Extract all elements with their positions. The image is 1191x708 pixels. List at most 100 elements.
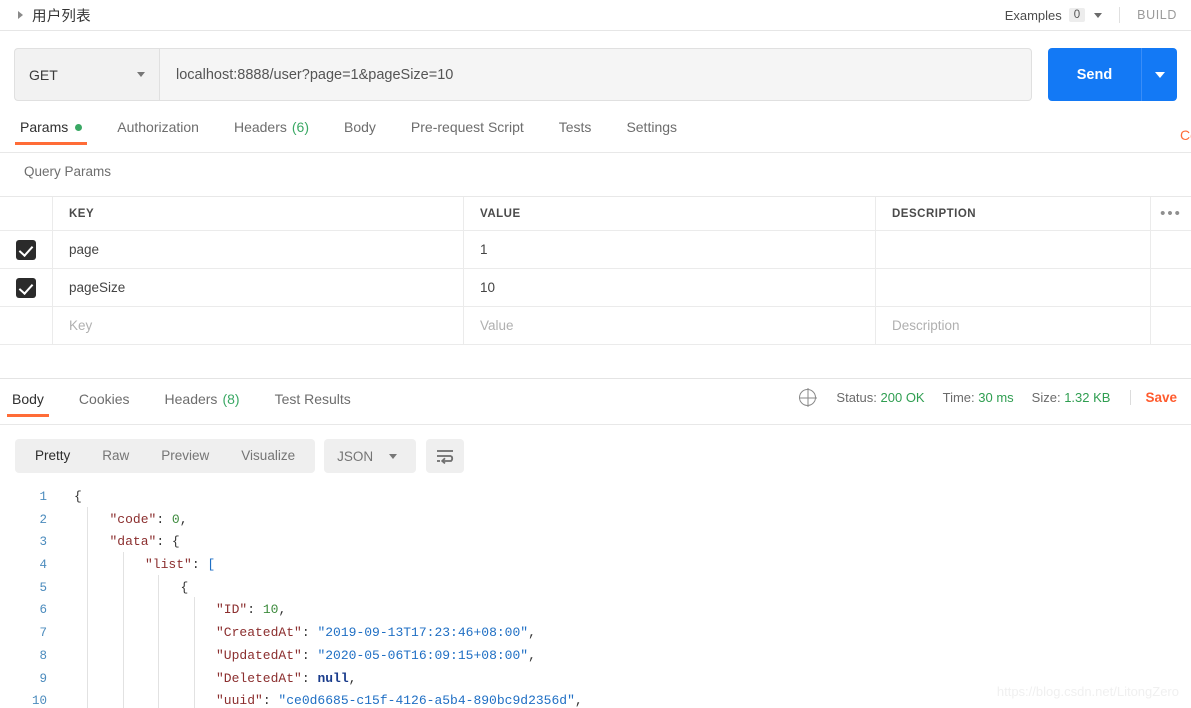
tab-params[interactable]: Params	[14, 119, 88, 145]
query-params-table: KEY VALUE DESCRIPTION ••• page 1 pageSiz…	[0, 196, 1191, 345]
tab-response-body[interactable]: Body	[7, 391, 49, 417]
indent-guide	[193, 688, 195, 708]
indent-guide	[87, 574, 88, 599]
tab-headers[interactable]: Headers (6)	[234, 119, 309, 145]
indent-guide	[87, 665, 88, 690]
status-badge: Status: 200 OK	[836, 390, 924, 405]
indent-guide	[158, 642, 159, 667]
tab-test-results[interactable]: Test Results	[275, 391, 351, 417]
method-value: GET	[29, 66, 58, 83]
request-title-group[interactable]: 用户列表	[0, 5, 91, 26]
response-meta: Status: 200 OK Time: 30 ms Size: 1.32 KB…	[799, 389, 1191, 406]
row-checkbox-cell[interactable]	[0, 269, 53, 306]
code-token: {	[180, 579, 189, 595]
row-actions	[1151, 307, 1191, 344]
new-key-input[interactable]: Key	[53, 307, 464, 344]
row-description-cell[interactable]	[876, 231, 1151, 268]
chevron-down-icon[interactable]	[1094, 12, 1103, 18]
view-raw-button[interactable]: Raw	[86, 439, 145, 473]
word-wrap-button[interactable]	[426, 439, 465, 473]
method-select[interactable]: GET	[14, 48, 159, 101]
code-token: :	[156, 511, 172, 527]
tab-tests[interactable]: Tests	[559, 119, 592, 145]
line-number: 9	[39, 671, 47, 686]
indent-guide	[87, 506, 88, 531]
triangle-right-icon[interactable]	[18, 11, 23, 19]
code-token: :	[262, 693, 279, 708]
row-value-value: 1	[480, 242, 488, 257]
request-name-bar: 用户列表 Examples 0 BUILD	[0, 0, 1191, 31]
build-button[interactable]: BUILD	[1137, 8, 1177, 22]
tab-settings-label: Settings	[626, 119, 678, 135]
row-checkbox-cell[interactable]	[0, 307, 53, 344]
code-text: "UpdatedAt": "2020-05-06T16:09:15+08:00"…	[56, 642, 536, 668]
row-checkbox-cell[interactable]	[0, 231, 53, 268]
row-value-cell[interactable]: 10	[464, 269, 876, 306]
response-divider	[0, 378, 1191, 379]
indent-guide	[158, 574, 159, 599]
body-view-toolbar: Pretty Raw Preview Visualize JSON	[15, 439, 465, 473]
code-token: "2020-05-06T16:09:15+08:00"	[317, 647, 529, 663]
tab-response-headers[interactable]: Headers (8)	[165, 391, 240, 417]
tab-authorization[interactable]: Authorization	[117, 119, 199, 145]
url-row: GET localhost:8888/user?page=1&pageSize=…	[14, 48, 1177, 101]
save-response-button[interactable]: Save	[1145, 390, 1177, 405]
table-row-placeholder: Key Value Description	[0, 307, 1191, 345]
body-view-segmented: Pretty Raw Preview Visualize	[15, 439, 316, 473]
format-select[interactable]: JSON	[324, 439, 417, 473]
tab-pre-request-script-label: Pre-request Script	[410, 119, 524, 135]
indent-guide	[122, 597, 124, 622]
code-token: :	[301, 647, 318, 663]
cookies-link[interactable]: Cookies	[1180, 127, 1191, 143]
send-button[interactable]: Send	[1048, 48, 1141, 101]
line-number: 6	[39, 603, 47, 618]
send-options-button[interactable]	[1141, 48, 1177, 101]
indent-guide	[122, 665, 124, 690]
tab-tests-label: Tests	[558, 119, 592, 135]
status-value: 200 OK	[880, 390, 925, 405]
row-key-cell[interactable]: page	[53, 231, 464, 268]
code-token: "list"	[145, 557, 192, 573]
indent-guide	[87, 642, 88, 667]
code-token: "UpdatedAt"	[216, 647, 302, 663]
row-key-cell[interactable]: pageSize	[53, 269, 464, 306]
examples-button[interactable]: Examples 0	[1005, 8, 1103, 23]
indent-guide	[122, 552, 124, 577]
indent-guide	[87, 597, 88, 622]
code-token: "CreatedAt"	[216, 625, 302, 641]
url-input[interactable]: localhost:8888/user?page=1&pageSize=10	[159, 48, 1032, 101]
response-body-code[interactable]: 1{2 "code": 0, 3 "data": {4 "list": [5{6 "ID"…	[0, 486, 1191, 708]
tab-authorization-label: Authorization	[117, 119, 199, 135]
time-label: Time:	[942, 390, 975, 405]
code-token: ,	[528, 647, 536, 663]
globe-icon[interactable]	[799, 389, 817, 406]
checkbox-checked-icon	[16, 239, 36, 260]
view-pretty-button[interactable]: Pretty	[19, 439, 86, 473]
request-tabs: Params Authorization Headers (6) Body Pr…	[0, 119, 1191, 152]
line-number: 2	[39, 512, 47, 527]
divider	[1119, 7, 1121, 23]
new-value-input[interactable]: Value	[464, 307, 876, 344]
row-description-cell[interactable]	[876, 269, 1151, 306]
tab-settings[interactable]: Settings	[626, 119, 677, 145]
tab-pre-request-script[interactable]: Pre-request Script	[411, 119, 524, 145]
view-visualize-button[interactable]: Visualize	[225, 439, 311, 473]
view-preview-button[interactable]: Preview	[145, 439, 225, 473]
params-active-dot-icon	[75, 123, 83, 131]
row-value-cell[interactable]: 1	[464, 231, 876, 268]
line-number: 5	[39, 580, 47, 595]
tab-response-cookies[interactable]: Cookies	[79, 391, 130, 417]
send-group: Send	[1048, 48, 1177, 101]
bulk-edit-menu[interactable]: •••	[1151, 197, 1191, 230]
code-token: :	[191, 557, 208, 573]
code-line: 3 "data": {	[0, 529, 1191, 554]
tab-body[interactable]: Body	[344, 119, 376, 145]
new-description-input[interactable]: Description	[876, 307, 1151, 344]
indent-guide	[87, 529, 88, 554]
format-value: JSON	[337, 448, 374, 464]
indent-guide	[158, 688, 159, 708]
word-wrap-icon	[437, 450, 454, 464]
tab-response-headers-count: (8)	[222, 391, 240, 407]
size-badge: Size: 1.32 KB	[1032, 390, 1111, 405]
indent-guide	[87, 552, 88, 577]
